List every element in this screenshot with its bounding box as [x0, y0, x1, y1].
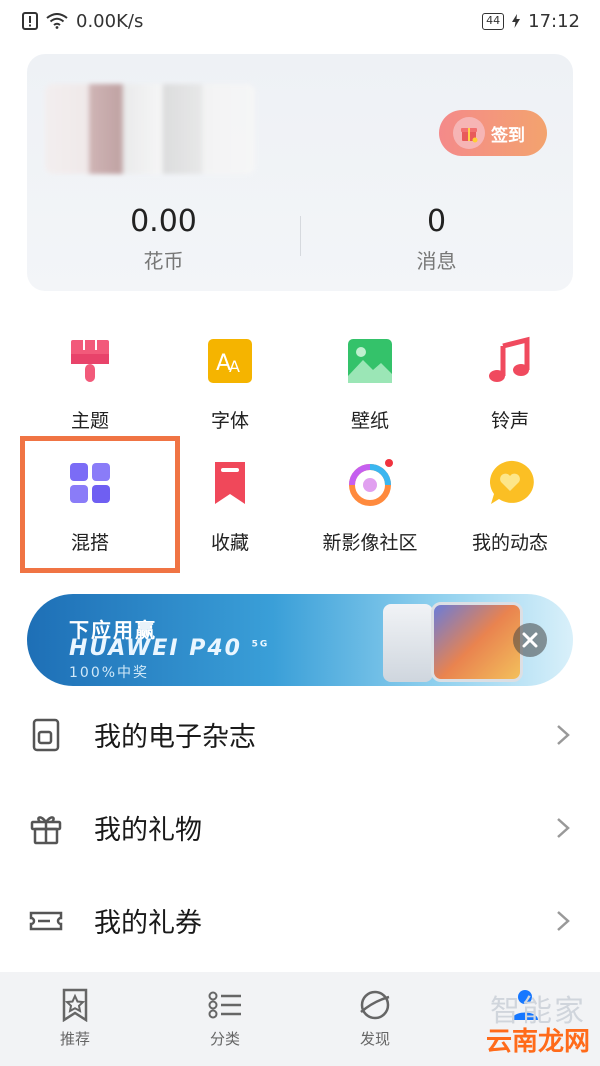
status-right: 44 17:12	[482, 11, 580, 32]
banner-close-button[interactable]	[513, 623, 547, 657]
font-icon: A A	[208, 339, 252, 383]
blurred-user-info[interactable]	[45, 84, 255, 174]
promo-banner[interactable]: 下应用赢 HUAWEI P40 5G 100%中奖	[27, 594, 573, 686]
menu-label-gifts: 我的礼物	[94, 815, 202, 846]
menu-item-gifts[interactable]: 我的礼物	[0, 781, 600, 874]
banner-subtitle: HUAWEI P40 5G	[69, 636, 269, 661]
nav-recommend[interactable]: 推荐	[0, 972, 150, 1066]
messages-value: 0	[426, 204, 447, 239]
grid-label-wallpaper: 壁纸	[350, 410, 389, 432]
messages-label: 消息	[416, 249, 457, 273]
grid-label-activity: 我的动态	[471, 532, 548, 554]
coins-stat[interactable]: 0.00 花币	[27, 204, 300, 274]
grid-item-font[interactable]: A A 字体	[160, 320, 300, 442]
status-left: 0.00K/s	[22, 11, 143, 32]
phone-image-back	[383, 604, 433, 682]
menu-list: 我的电子杂志 我的礼物 我的礼券	[0, 688, 600, 967]
heart-bubble-icon	[489, 460, 534, 504]
network-speed: 0.00K/s	[76, 10, 144, 32]
menu-label-coupons: 我的礼券	[94, 908, 202, 939]
gift-icon	[30, 815, 62, 844]
status-bar: 0.00K/s 44 17:12	[0, 0, 600, 42]
grid-label-theme: 主题	[70, 410, 109, 432]
close-icon	[522, 632, 538, 648]
banner-product: HUAWEI P40	[69, 636, 242, 661]
chevron-right-icon	[557, 910, 570, 931]
grid-item-theme[interactable]: 主题	[20, 320, 160, 442]
messages-stat[interactable]: 0 消息	[300, 204, 573, 274]
highlight-box	[20, 436, 180, 573]
sign-in-button[interactable]: 签到	[439, 110, 547, 156]
grid-item-community[interactable]: 新影像社区	[300, 442, 440, 564]
grid-item-favorites[interactable]: 收藏	[160, 442, 300, 564]
profile-card: 签到 0.00 花币 0 消息	[27, 54, 573, 291]
watermark: 云南龙网	[485, 1027, 590, 1057]
grid-item-activity[interactable]: 我的动态	[440, 442, 580, 564]
bookmark-icon	[215, 462, 245, 504]
grid-item-ringtone[interactable]: 铃声	[440, 320, 580, 442]
grid-label-font: 字体	[210, 410, 249, 432]
coins-label: 花币	[143, 249, 184, 273]
nav-discover[interactable]: 发现	[300, 972, 450, 1066]
banner-note: 100%中奖	[69, 665, 150, 681]
star-bookmark-icon	[62, 988, 88, 1022]
music-note-icon	[489, 336, 530, 382]
grid-item-wallpaper[interactable]: 壁纸	[300, 320, 440, 442]
sim-alert-icon	[22, 12, 38, 30]
sign-in-label: 签到	[491, 125, 525, 146]
coins-value: 0.00	[130, 204, 197, 239]
nav-label-category: 分类	[209, 1030, 240, 1048]
wallpaper-icon	[348, 339, 392, 383]
phone-image-front	[431, 602, 523, 682]
magazine-icon	[32, 718, 60, 751]
menu-item-coupons[interactable]: 我的礼券	[0, 874, 600, 967]
chevron-right-icon	[557, 724, 570, 745]
wifi-icon	[46, 13, 68, 29]
ticket-icon	[29, 911, 63, 930]
chevron-right-icon	[557, 817, 570, 838]
grid-label-favorites: 收藏	[210, 532, 249, 554]
grid-row-1: 主题 A A 字体 壁纸 铃声	[20, 320, 580, 442]
brush-icon	[71, 340, 109, 382]
gift-box-icon	[453, 117, 485, 149]
camera-ring-icon	[349, 459, 393, 506]
nav-category[interactable]: 分类	[150, 972, 300, 1066]
nav-label-recommend: 推荐	[59, 1030, 90, 1048]
bottom-nav: 推荐 分类 发现 智能家 云南龙网	[0, 972, 600, 1066]
grid-label-ringtone: 铃声	[490, 410, 529, 432]
clock: 17:12	[528, 10, 580, 32]
menu-label-magazine: 我的电子杂志	[94, 722, 256, 753]
svg-text:A: A	[229, 357, 240, 376]
menu-item-magazine[interactable]: 我的电子杂志	[0, 688, 600, 781]
grid-label-community: 新影像社区	[322, 532, 418, 554]
list-icon	[208, 991, 241, 1019]
battery-level: 44	[482, 12, 505, 30]
planet-icon	[360, 990, 390, 1020]
banner-badge: 5G	[251, 639, 270, 650]
nav-label-discover: 发现	[359, 1030, 390, 1048]
charging-icon	[512, 14, 521, 28]
